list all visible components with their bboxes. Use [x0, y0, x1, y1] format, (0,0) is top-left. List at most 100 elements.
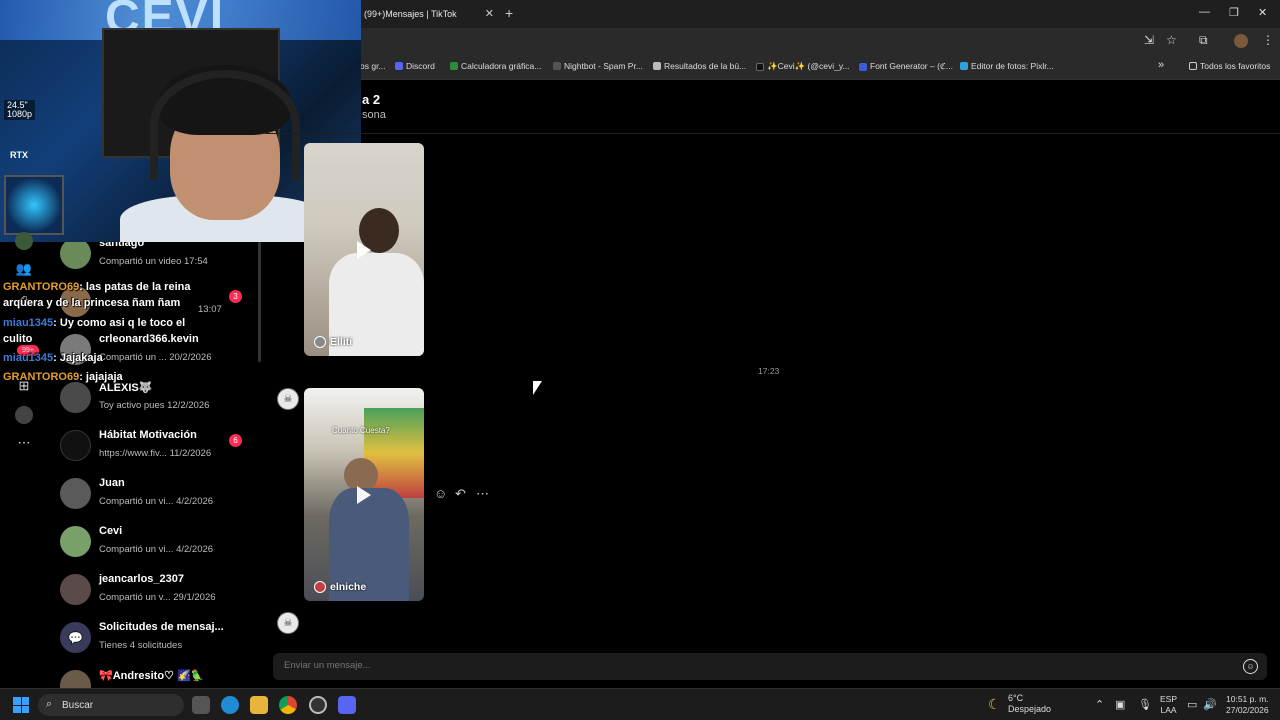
display-icon[interactable]: ▭	[1187, 698, 1197, 711]
message-timestamp: 17:23	[758, 366, 780, 376]
conversation-item[interactable]: Cevi Compartió un vi... 4/2/2026	[60, 522, 255, 566]
conversation-item[interactable]: Hábitat Motivación https://www.fiv... 11…	[60, 426, 255, 470]
friends-icon[interactable]: 👥	[15, 260, 33, 278]
bookmark-calculator[interactable]: Calculadora gráfica...	[450, 61, 541, 71]
bookmark-search-results[interactable]: Resultados de la bú...	[653, 61, 746, 71]
video-caption: Cuanto Cuesta?	[332, 426, 390, 435]
windows-taskbar: ⌕ Buscar ☾ 6°C Despejado ⌃ ▣ 🎙 ESP LAA ▭…	[0, 688, 1280, 720]
conversation-name: Juan	[99, 477, 125, 489]
chevron-up-icon[interactable]: ⌃	[1095, 698, 1104, 711]
task-view-icon[interactable]	[192, 696, 210, 714]
play-icon[interactable]	[357, 485, 371, 504]
explore-icon[interactable]	[15, 406, 33, 424]
author-avatar	[314, 336, 326, 348]
message-input[interactable]	[284, 660, 1184, 671]
bookmark-nightbot[interactable]: Nightbot - Spam Pr...	[553, 61, 643, 71]
message-requests-item[interactable]: 💬 Solicitudes de mensaj... Tienes 4 soli…	[60, 618, 255, 662]
tab-tiktok-messages[interactable]: (99+)Mensajes | TikTok ✕	[354, 0, 498, 28]
unread-badge: 6	[229, 434, 242, 447]
language-indicator[interactable]: ESP LAA	[1160, 694, 1177, 716]
taskbar-clock[interactable]: 10:51 p. m. 27/02/2026	[1226, 694, 1269, 716]
chat-username: GRANTORO69	[3, 281, 80, 293]
bookmark-font-generator[interactable]: Font Generator – (ℭ...	[859, 61, 953, 72]
react-icon[interactable]: ☺	[434, 486, 447, 501]
app-icon[interactable]	[338, 696, 356, 714]
unread-badge: 3	[229, 290, 242, 303]
conversation-item[interactable]: ALEXIS🐺 Toy activo pues 12/2/2026	[60, 378, 255, 422]
edge-icon[interactable]	[221, 696, 239, 714]
chat-text: arquera y de la princesa ñam ñam	[3, 297, 181, 309]
conversation-name: jeancarlos_2307	[99, 573, 185, 585]
bookmark-label: os gr...	[360, 61, 386, 71]
bookmark-label: Discord	[406, 61, 435, 71]
font-icon	[859, 62, 867, 71]
new-tab-button[interactable]: +	[505, 5, 513, 21]
conversation-name: crleonard366.kevin	[99, 333, 199, 345]
screen: (99+)Mensajes | TikTok ✕ + — ❐ ✕ ⇲ ☆ ⧉ ⋮…	[0, 0, 1280, 720]
sender-avatar[interactable]: ☠	[277, 612, 299, 634]
shared-video-card[interactable]: Cuanto Cuesta? elniche	[304, 388, 424, 601]
profile-icon[interactable]	[15, 232, 33, 250]
bookmark-discord[interactable]: Discord	[395, 61, 435, 71]
search-icon: ⌕	[46, 698, 53, 710]
stream-chat-line: GRANTORO69: las patas de la reina	[3, 281, 190, 293]
video-author: Elliti	[314, 336, 352, 348]
more-icon[interactable]: ⋯	[15, 434, 33, 452]
discord-icon	[395, 62, 403, 70]
conversation-item[interactable]: Juan Compartió un vi... 4/2/2026	[60, 474, 255, 518]
conversation-preview: Compartió un video 17:54	[99, 256, 208, 267]
play-icon[interactable]	[357, 240, 371, 259]
conversation-name: santiago	[99, 242, 145, 249]
microphone-icon[interactable]: 🎙	[1138, 698, 1152, 711]
more-options-icon[interactable]: ⋯	[476, 486, 489, 502]
all-favorites-button[interactable]: Todos los favoritos	[1189, 61, 1270, 71]
close-window-button[interactable]: ✕	[1258, 6, 1267, 19]
reply-icon[interactable]: ↶	[455, 486, 466, 502]
monitor-badge: 24.5" 1080p	[4, 100, 36, 120]
tab-close-icon[interactable]: ✕	[485, 7, 494, 20]
volume-icon[interactable]: 🔊	[1203, 698, 1217, 711]
star-icon[interactable]: ☆	[1166, 33, 1177, 47]
folder-icon	[1189, 62, 1197, 70]
bookmarks-overflow-button[interactable]: »	[1158, 59, 1164, 71]
header-divider	[265, 133, 1280, 134]
conversation-preview: 13:07	[198, 304, 222, 315]
conversation-item[interactable]: santiago Compartió un video 17:54	[60, 242, 255, 278]
shared-video-card[interactable]: Elliti	[304, 143, 424, 356]
restore-button[interactable]: ❐	[1229, 6, 1239, 19]
conversation-name: 🎀Andresito♡ 🌠🦜	[99, 670, 205, 682]
install-app-icon[interactable]: ⇲	[1144, 33, 1154, 47]
taskbar-search[interactable]: ⌕ Buscar	[38, 694, 184, 716]
profile-avatar-icon[interactable]	[1234, 34, 1248, 48]
sender-avatar[interactable]: ☠	[277, 388, 299, 410]
conversation-preview: Compartió un ... 20/2/2026	[99, 352, 212, 363]
avatar	[60, 382, 91, 413]
chat-subtitle: sona	[362, 109, 386, 121]
chrome-icon[interactable]	[279, 696, 297, 714]
emoji-icon[interactable]: ☺	[1243, 659, 1258, 674]
conversation-scrollbar[interactable]	[258, 242, 261, 362]
minimize-button[interactable]: —	[1199, 6, 1210, 18]
all-favorites-label: Todos los favoritos	[1200, 61, 1271, 71]
file-explorer-icon[interactable]	[250, 696, 268, 714]
conversation-name: Hábitat Motivación	[99, 429, 197, 441]
obs-icon[interactable]	[309, 696, 327, 714]
weather-widget[interactable]: 6°C Despejado	[1008, 693, 1051, 715]
lang-layout: LAA	[1160, 705, 1177, 715]
author-name: Elliti	[330, 336, 353, 348]
chat-text: : Jajakaja	[53, 352, 103, 364]
avatar	[60, 430, 91, 461]
extensions-icon[interactable]: ⧉	[1199, 33, 1208, 48]
tray-app-icon[interactable]: ▣	[1115, 698, 1125, 711]
conversation-preview: https://www.fiv... 11/2/2026	[99, 448, 212, 459]
conversation-item[interactable]: jeancarlos_2307 Compartió un v... 29/1/2…	[60, 570, 255, 614]
bookmark-pixlr[interactable]: Editor de fotos: Pixlr...	[960, 61, 1054, 71]
avatar	[60, 526, 91, 557]
windows-start-icon[interactable]	[13, 697, 29, 713]
bookmark-item[interactable]: os gr...	[360, 61, 386, 71]
bookmark-tiktok-cevi[interactable]: ✨Cevi✨ (@cevi_y...	[756, 61, 850, 72]
stream-chat-line: miau1345: Jajakaja	[3, 352, 103, 364]
headset	[150, 70, 300, 180]
menu-dots-icon[interactable]: ⋮	[1262, 33, 1274, 47]
conversation-item[interactable]: 🎀Andresito♡ 🌠🦜	[60, 666, 255, 688]
